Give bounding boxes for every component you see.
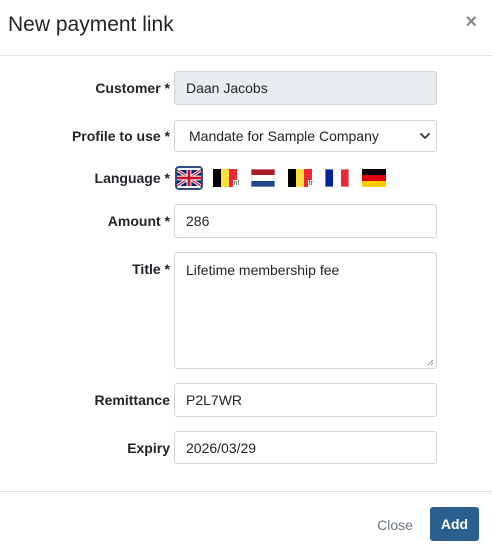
language-option-be-nl[interactable]: nl [211, 166, 240, 190]
profile-select[interactable]: Mandate for Sample Company [174, 120, 437, 152]
close-icon[interactable]: × [465, 12, 477, 32]
language-label: Language * [94, 170, 170, 186]
flag-tag-nl: nl [232, 180, 240, 187]
dialog-title: New payment link [8, 13, 174, 36]
remittance-input[interactable]: P2L7WR [174, 383, 437, 417]
language-option-be-fr[interactable]: fr [286, 166, 314, 190]
language-option-en[interactable] [175, 166, 203, 190]
chevron-down-icon [420, 133, 430, 139]
amount-value: 286 [186, 213, 210, 229]
profile-selected-value: Mandate for Sample Company [189, 128, 379, 144]
language-option-nl[interactable] [249, 166, 277, 190]
amount-input[interactable]: 286 [174, 204, 437, 238]
customer-value: Daan Jacobs [186, 80, 268, 96]
payment-link-dialog: New payment link × Customer * Daan Jacob… [0, 0, 492, 551]
flag-tag-fr: fr [307, 180, 314, 187]
germany-flag-icon [362, 169, 386, 187]
language-option-fr[interactable] [323, 166, 351, 190]
expiry-label: Expiry [127, 440, 170, 456]
dialog-header: New payment link × [0, 0, 492, 56]
expiry-value: 2026/03/29 [186, 439, 257, 456]
title-label: Title * [132, 261, 170, 277]
uk-flag-icon [177, 169, 201, 187]
remittance-label: Remittance [94, 392, 170, 408]
remittance-value: P2L7WR [186, 392, 243, 408]
close-button[interactable]: Close [370, 515, 420, 535]
profile-label: Profile to use * [71, 128, 170, 144]
language-option-de[interactable] [360, 166, 388, 190]
netherlands-flag-icon [251, 169, 275, 187]
add-button[interactable]: Add [430, 507, 479, 541]
customer-label: Customer * [95, 80, 170, 96]
resize-handle-icon[interactable] [426, 358, 434, 366]
title-textarea[interactable]: Lifetime membership fee [174, 252, 437, 369]
expiry-input[interactable]: 2026/03/29 [174, 431, 437, 464]
customer-field: Daan Jacobs [174, 71, 437, 105]
france-flag-icon [325, 169, 349, 187]
amount-label: Amount * [107, 213, 170, 229]
title-value: Lifetime membership fee [186, 262, 340, 278]
